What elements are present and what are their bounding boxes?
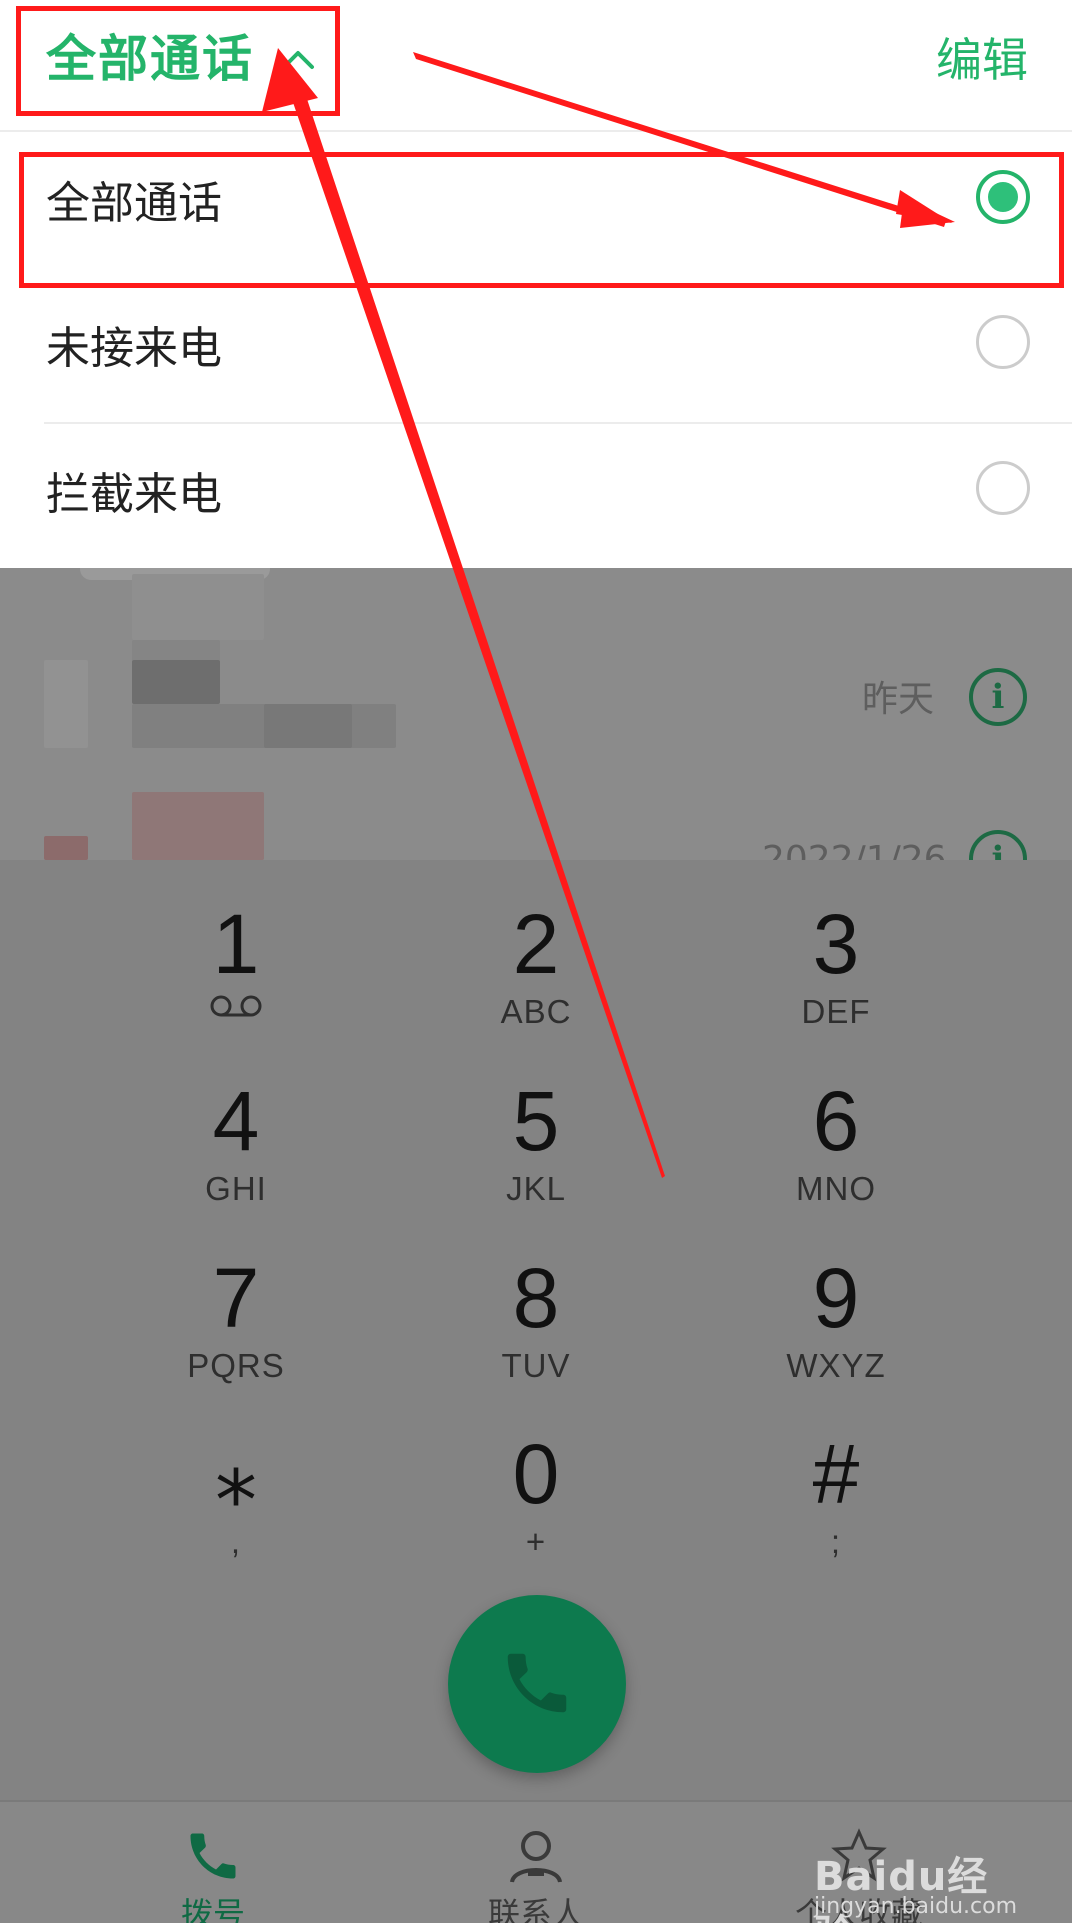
filter-option-blocked-calls[interactable]: 拦截来电	[0, 423, 1072, 568]
key-digit: 9	[812, 1251, 860, 1345]
phone-icon	[507, 1653, 567, 1713]
call-button[interactable]	[448, 1595, 626, 1773]
nav-label: 拨号	[180, 1895, 245, 1923]
pixelated-block	[132, 574, 264, 640]
key-digit: 1	[212, 897, 260, 991]
key-digit: 8	[512, 1251, 560, 1345]
pixelated-block	[132, 792, 264, 860]
key-digit: 4	[212, 1074, 260, 1168]
key-digit: ⁎	[215, 1427, 257, 1521]
dialpad-key-star[interactable]: ⁎ ,	[86, 1418, 386, 1586]
info-icon[interactable]: i	[969, 668, 1027, 726]
call-log-list: 昨天 i 2022/1/26 i	[0, 568, 1072, 888]
call-date: 昨天	[862, 679, 935, 720]
key-digit: 5	[512, 1074, 560, 1168]
key-letters: MNO	[796, 1170, 876, 1207]
nav-contacts[interactable]: 联系人	[357, 1802, 715, 1923]
baidu-watermark: Baidu经验 jingyan.baidu.com	[814, 1844, 1024, 1923]
filter-option-all-calls[interactable]: 全部通话	[0, 132, 1072, 277]
phone-icon	[190, 1833, 236, 1879]
call-filter-dropdown[interactable]: 全部通话	[46, 24, 318, 94]
key-digit: #	[812, 1427, 860, 1521]
app-header: 全部通话 编辑	[0, 0, 1072, 132]
dialpad-key-3[interactable]: 3 DEF	[686, 888, 986, 1056]
key-letters: WXYZ	[786, 1347, 886, 1384]
radio-unchecked-icon[interactable]	[976, 461, 1030, 515]
key-letters: ABC	[500, 993, 572, 1030]
radio-checked-icon[interactable]	[976, 170, 1030, 224]
watermark-sub: jingyan.baidu.com	[814, 1894, 1018, 1919]
pixelated-block	[44, 836, 88, 860]
filter-option-missed-calls[interactable]: 未接来电	[0, 277, 1072, 422]
filter-menu: 全部通话 未接来电 拦截来电	[0, 132, 1072, 568]
dialpad: 1 2 ABC 3 DEF 4 GHI 5 JKL 6 MNO 7 PQRS 8…	[0, 860, 1072, 1800]
person-icon	[510, 1831, 562, 1883]
dialpad-key-6[interactable]: 6 MNO	[686, 1065, 986, 1233]
key-letters: DEF	[801, 993, 871, 1030]
key-digit: 0	[512, 1427, 560, 1521]
key-digit: 3	[812, 897, 860, 991]
option-label: 拦截来电	[46, 469, 222, 520]
dialpad-key-hash[interactable]: # ;	[686, 1418, 986, 1586]
key-digit: 7	[212, 1251, 260, 1345]
key-digit: 2	[512, 897, 560, 991]
key-letters: TUV	[501, 1347, 571, 1384]
dialpad-key-2[interactable]: 2 ABC	[386, 888, 686, 1056]
key-letters: ,	[230, 1523, 242, 1560]
key-digit: 6	[812, 1074, 860, 1168]
dialpad-key-5[interactable]: 5 JKL	[386, 1065, 686, 1233]
nav-dial[interactable]: 拨号	[34, 1802, 392, 1923]
edit-button[interactable]: 编辑	[936, 28, 1028, 92]
dialpad-key-9[interactable]: 9 WXYZ	[686, 1242, 986, 1410]
pixelated-block	[132, 660, 220, 704]
chevron-up-icon	[282, 51, 314, 69]
dialpad-key-7[interactable]: 7 PQRS	[86, 1242, 386, 1410]
key-letters: PQRS	[187, 1347, 285, 1384]
pixelated-block	[44, 660, 88, 748]
key-letters: +	[525, 1523, 547, 1560]
option-label: 全部通话	[46, 178, 222, 229]
dialpad-key-4[interactable]: 4 GHI	[86, 1065, 386, 1233]
filter-title: 全部通话	[46, 30, 254, 88]
nav-label: 联系人	[487, 1895, 584, 1923]
phone-screen: 全部通话 编辑 全部通话 未接来电 拦截来电 昨天 i i 1 2 ABC 3 …	[0, 0, 1072, 1923]
key-letters: GHI	[205, 1170, 267, 1207]
dim-overlay[interactable]: 昨天 i 2022/1/26 i 1 2 ABC 3 DEF	[0, 568, 1072, 1923]
bottom-nav: 拨号 联系人 个人收藏 Baidu经验 jingyan.baidu.com	[0, 1800, 1072, 1923]
key-letters: JKL	[506, 1170, 566, 1207]
option-label: 未接来电	[46, 323, 222, 374]
pixelated-block	[264, 704, 352, 748]
dialpad-key-0[interactable]: 0 +	[386, 1418, 686, 1586]
radio-unchecked-icon[interactable]	[976, 315, 1030, 369]
key-letters: ;	[830, 1523, 842, 1560]
dialpad-key-1[interactable]: 1	[86, 888, 386, 1056]
dialpad-key-8[interactable]: 8 TUV	[386, 1242, 686, 1410]
voicemail-icon	[210, 995, 262, 1017]
